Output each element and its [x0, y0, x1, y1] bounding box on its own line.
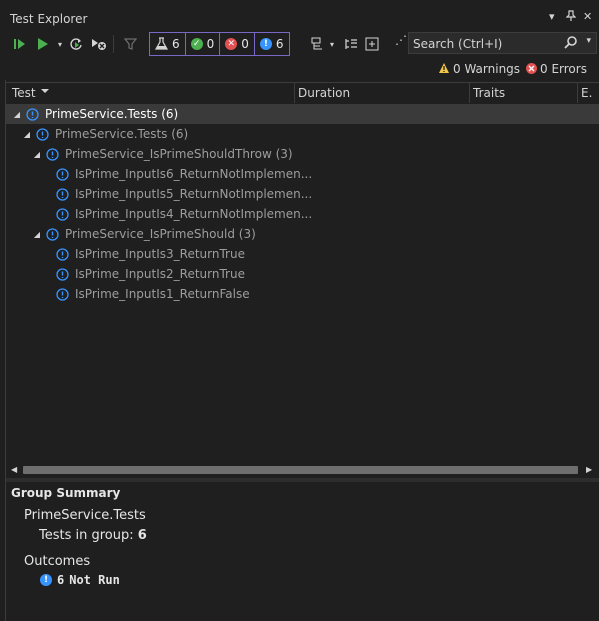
panel-title: Test Explorer [10, 12, 88, 26]
tests-in-group-value: 6 [137, 528, 147, 543]
not-run-count: 6 [275, 37, 284, 51]
not-run-icon [56, 187, 69, 201]
column-separator[interactable] [469, 83, 470, 103]
failed-icon: ✕ [225, 38, 238, 50]
flask-icon [155, 37, 168, 50]
collapse-icon[interactable]: ◢ [12, 110, 22, 119]
group-summary-pane: Group Summary PrimeService.Tests Tests i… [6, 482, 599, 621]
tree-item[interactable]: IsPrime_InputIs4_ReturnNotImplemen... [6, 204, 599, 224]
scroll-left-icon[interactable]: ◀ [11, 465, 17, 474]
not-run-label: Not Run [69, 573, 120, 587]
tree-item-label: IsPrime_InputIs6_ReturnNotImplemen... [75, 167, 313, 181]
column-duration[interactable]: Duration [298, 86, 350, 100]
column-traits[interactable]: Traits [473, 86, 505, 100]
pin-icon[interactable] [565, 10, 577, 24]
search-options-dropdown-icon[interactable]: ▾ [586, 36, 591, 46]
tree-item-label: IsPrime_InputIs1_ReturnFalse [75, 287, 250, 301]
not-run-icon [46, 147, 59, 161]
scroll-thumb[interactable] [23, 466, 578, 474]
not-run-icon [56, 247, 69, 261]
tree-item[interactable]: ◢ PrimeService_IsPrimeShouldThrow (3) [6, 144, 599, 164]
tree-item-label: PrimeService.Tests (6) [55, 127, 189, 141]
run-dropdown-icon[interactable]: ▾ [56, 34, 64, 54]
run-all-icon[interactable] [12, 34, 28, 54]
not-run-icon [46, 227, 59, 241]
group-summary-heading: Group Summary [11, 486, 121, 500]
not-run-icon [56, 207, 69, 221]
passed-tests-filter[interactable]: ✓ 0 [186, 33, 221, 55]
not-run-icon [56, 167, 69, 181]
tree-item[interactable]: ◢ PrimeService.Tests (6) [6, 124, 599, 144]
group-by-icon[interactable] [309, 34, 325, 54]
not-run-icon [56, 267, 69, 281]
search-icon[interactable] [564, 35, 578, 52]
not-run-icon [36, 127, 49, 141]
tree-item[interactable]: IsPrime_InputIs6_ReturnNotImplemen... [6, 164, 599, 184]
close-icon[interactable]: ✕ [583, 10, 592, 23]
tests-in-group-label: Tests in group [39, 528, 130, 543]
warning-icon [438, 62, 450, 77]
tree-item[interactable]: ◢ PrimeService.Tests (6) [6, 104, 599, 124]
toolbar-overflow-icon[interactable]: ⋰ [395, 30, 407, 50]
collapse-icon[interactable]: ◢ [32, 230, 42, 239]
test-tree: ◢ PrimeService.Tests (6) ◢ PrimeService.… [6, 103, 599, 461]
not-run-icon [56, 287, 69, 301]
failed-tests-filter[interactable]: ✕ 0 [220, 33, 255, 55]
group-by-dropdown-icon[interactable]: ▾ [328, 34, 336, 54]
not-run-icon: ! [259, 38, 272, 50]
filter-icon[interactable] [122, 34, 138, 54]
total-count: 6 [172, 37, 180, 51]
cancel-run-icon[interactable] [91, 34, 107, 54]
errors-count[interactable]: 0 Errors [540, 62, 587, 76]
collapse-icon[interactable]: ◢ [32, 150, 42, 159]
tests-in-group-colon: : [129, 528, 138, 543]
tree-item[interactable]: IsPrime_InputIs2_ReturnTrue [6, 264, 599, 284]
column-test[interactable]: Test [12, 86, 36, 100]
outcomes-label: Outcomes [24, 554, 91, 569]
column-header-row: Test Duration Traits E. [6, 82, 599, 104]
horizontal-scrollbar[interactable]: ◀ ▶ [6, 462, 599, 478]
error-icon [526, 63, 537, 77]
total-tests-filter[interactable]: 6 [150, 33, 186, 55]
title-bar: Test Explorer ▾ ✕ [0, 0, 599, 30]
tree-item-label: IsPrime_InputIs4_ReturnNotImplemen... [75, 207, 313, 221]
tree-item[interactable]: IsPrime_InputIs3_ReturnTrue [6, 244, 599, 264]
toolbar-separator [113, 35, 114, 53]
not-run-tests-filter[interactable]: ! 6 [255, 33, 289, 55]
not-run-icon [26, 107, 39, 121]
warnings-count[interactable]: 0 Warnings [453, 62, 520, 76]
expand-all-icon[interactable] [364, 34, 380, 54]
tree-item-label: PrimeService_IsPrimeShould (3) [65, 227, 256, 241]
passed-icon: ✓ [190, 38, 203, 50]
failed-count: 0 [241, 37, 249, 51]
outcome-not-run[interactable]: ! 6 Not Run [40, 573, 120, 587]
not-run-icon: ! [40, 574, 52, 586]
tree-item-label: IsPrime_InputIs2_ReturnTrue [75, 267, 245, 281]
tree-item[interactable]: IsPrime_InputIs1_ReturnFalse [6, 284, 599, 304]
tree-item-label: IsPrime_InputIs5_ReturnNotImplemen... [75, 187, 313, 201]
search-input[interactable]: Search (Ctrl+I) [413, 37, 502, 51]
tree-item[interactable]: IsPrime_InputIs5_ReturnNotImplemen... [6, 184, 599, 204]
tree-item-label: IsPrime_InputIs3_ReturnTrue [75, 247, 245, 261]
tree-item-label: PrimeService_IsPrimeShouldThrow (3) [65, 147, 293, 161]
passed-count: 0 [206, 37, 215, 51]
status-row: 0 Warnings 0 Errors [0, 58, 599, 80]
tree-item[interactable]: ◢ PrimeService_IsPrimeShould (3) [6, 224, 599, 244]
column-separator[interactable] [577, 83, 578, 103]
run-icon[interactable] [36, 34, 50, 54]
scroll-right-icon[interactable]: ▶ [586, 465, 592, 474]
group-name: PrimeService.Tests [24, 508, 146, 523]
repeat-last-run-icon[interactable] [68, 34, 84, 54]
outcome-filter-group: 6 ✓ 0 ✕ 0 ! 6 [149, 32, 290, 56]
not-run-count: 6 [57, 573, 65, 587]
tree-item-label: PrimeService.Tests (6) [45, 107, 179, 121]
tests-in-group: Tests in group: 6 [39, 528, 147, 543]
collapse-icon[interactable]: ◢ [22, 130, 32, 139]
search-box[interactable]: Search (Ctrl+I) ▾ [408, 32, 597, 54]
column-separator[interactable] [294, 83, 295, 103]
column-error[interactable]: E. [581, 86, 592, 100]
hierarchy-icon[interactable] [343, 34, 359, 54]
window-menu-dropdown-icon[interactable]: ▾ [549, 10, 555, 23]
sort-descending-icon[interactable] [40, 85, 50, 100]
